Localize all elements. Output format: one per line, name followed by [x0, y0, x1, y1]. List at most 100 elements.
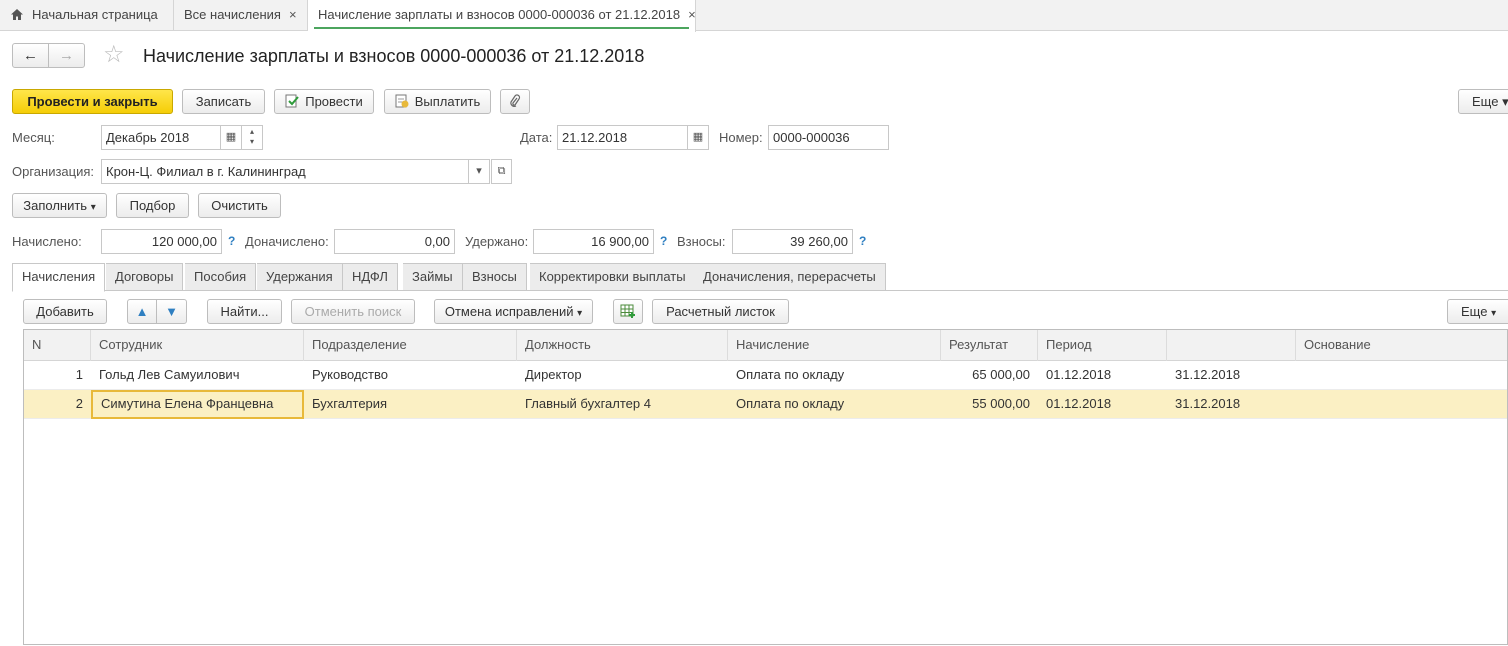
dropdown-icon: ▾: [90, 202, 96, 213]
pay-button[interactable]: Выплатить: [384, 89, 491, 114]
header-period[interactable]: Период: [1038, 330, 1167, 361]
more-button[interactable]: Еще ▾: [1458, 89, 1508, 114]
dropdown-icon: ▾: [1491, 308, 1497, 319]
cell-period-end[interactable]: 31.12.2018: [1167, 390, 1296, 419]
fill-button[interactable]: Заполнить ▾: [12, 193, 107, 218]
tab-contributions[interactable]: Взносы: [463, 263, 527, 291]
cell-employee[interactable]: Гольд Лев Самуилович: [91, 361, 304, 390]
table-row[interactable]: 1 Гольд Лев Самуилович Руководство Дирек…: [24, 361, 1507, 390]
cell-employee-focused[interactable]: Симутина Елена Францевна: [91, 390, 304, 419]
tab-recalculations[interactable]: Доначисления, перерасчеты: [694, 263, 886, 291]
help-icon[interactable]: ?: [660, 234, 667, 248]
dropdown-icon: ▾: [1502, 94, 1508, 109]
table-settings-button[interactable]: [613, 299, 643, 324]
header-basis[interactable]: Основание: [1296, 330, 1508, 361]
tab-document-label: Начисление зарплаты и взносов 0000-00003…: [318, 7, 681, 22]
month-field[interactable]: Декабрь 2018: [101, 125, 221, 150]
cell-period-start[interactable]: 01.12.2018: [1038, 390, 1167, 419]
cell-result[interactable]: 55 000,00: [941, 390, 1038, 419]
calendar-icon[interactable]: ▦: [221, 125, 242, 150]
cell-basis[interactable]: [1296, 361, 1508, 390]
accrued-field[interactable]: 120 000,00: [101, 229, 222, 254]
cell-department[interactable]: Бухгалтерия: [304, 390, 517, 419]
header-department[interactable]: Подразделение: [304, 330, 517, 361]
accruals-table[interactable]: N Сотрудник Подразделение Должность Начи…: [23, 329, 1508, 645]
cancel-search-button[interactable]: Отменить поиск: [291, 299, 415, 324]
tab-all-accruals[interactable]: Все начисления ×: [174, 0, 308, 31]
pay-label: Выплатить: [414, 94, 481, 109]
calendar-icon[interactable]: ▦: [688, 125, 709, 150]
header-accrual[interactable]: Начисление: [728, 330, 941, 361]
close-icon[interactable]: ×: [688, 0, 696, 30]
cell-result[interactable]: 65 000,00: [941, 361, 1038, 390]
open-icon[interactable]: ⧉: [491, 159, 512, 184]
header-result[interactable]: Результат: [941, 330, 1038, 361]
tab-contracts[interactable]: Договоры: [106, 263, 184, 291]
move-up-button[interactable]: ▲: [127, 299, 157, 324]
tab-home[interactable]: Начальная страница: [0, 0, 174, 31]
tab-loans[interactable]: Займы: [403, 263, 463, 291]
header-n[interactable]: N: [24, 330, 91, 361]
stepper-up-icon: ▴: [249, 127, 254, 136]
help-icon[interactable]: ?: [228, 234, 235, 248]
tab-all-label: Все начисления: [184, 7, 281, 22]
cell-accrual[interactable]: Оплата по окладу: [728, 361, 941, 390]
table-more-button[interactable]: Еще ▾: [1447, 299, 1508, 324]
header-period-end[interactable]: [1167, 330, 1296, 361]
cancel-corrections-label: Отмена исправлений: [444, 304, 574, 319]
stepper-down-icon: ▾: [249, 137, 254, 146]
save-button[interactable]: Записать: [182, 89, 265, 114]
tab-payment-corrections[interactable]: Корректировки выплаты: [530, 263, 696, 291]
cancel-corrections-button[interactable]: Отмена исправлений ▾: [434, 299, 593, 324]
cell-basis[interactable]: [1296, 390, 1508, 419]
table-row-selected[interactable]: 2 Симутина Елена Францевна Бухгалтерия Г…: [24, 390, 1507, 419]
date-label: Дата:: [520, 130, 553, 145]
table-header: N Сотрудник Подразделение Должность Начи…: [24, 330, 1507, 361]
attach-button[interactable]: [500, 89, 530, 114]
star-icon[interactable]: ☆: [103, 42, 125, 68]
number-field[interactable]: 0000-000036: [768, 125, 889, 150]
cell-n: 2: [75, 396, 83, 411]
organization-field[interactable]: Крон-Ц. Филиал в г. Калининград: [101, 159, 469, 184]
tab-deductions[interactable]: Удержания: [257, 263, 343, 291]
contributions-field[interactable]: 39 260,00: [732, 229, 853, 254]
tab-document[interactable]: Начисление зарплаты и взносов 0000-00003…: [308, 0, 696, 32]
dropdown-icon[interactable]: ▾: [469, 159, 490, 184]
additional-label: Доначислено:: [245, 234, 329, 249]
header-position[interactable]: Должность: [517, 330, 728, 361]
withheld-field[interactable]: 16 900,00: [533, 229, 654, 254]
cell-period-start[interactable]: 01.12.2018: [1038, 361, 1167, 390]
arrow-up-icon: ▲: [135, 304, 149, 319]
clear-button[interactable]: Очистить: [198, 193, 281, 218]
forward-button[interactable]: →: [48, 43, 85, 68]
table-add-icon: [620, 304, 635, 318]
back-button[interactable]: ←: [12, 43, 49, 68]
post-button[interactable]: Провести: [274, 89, 374, 114]
post-and-close-button[interactable]: Провести и закрыть: [12, 89, 173, 114]
add-button[interactable]: Добавить: [23, 299, 107, 324]
payslip-button[interactable]: Расчетный листок: [652, 299, 789, 324]
tab-benefits[interactable]: Пособия: [185, 263, 257, 291]
paperclip-icon: [510, 94, 521, 107]
post-icon: [285, 94, 299, 108]
cell-period-end[interactable]: 31.12.2018: [1167, 361, 1296, 390]
help-icon[interactable]: ?: [859, 234, 866, 248]
cell-position[interactable]: Главный бухгалтер 4: [517, 390, 728, 419]
close-icon[interactable]: ×: [289, 0, 297, 30]
arrow-down-icon: ▼: [165, 304, 178, 319]
select-button[interactable]: Подбор: [116, 193, 189, 218]
tab-accruals[interactable]: Начисления: [12, 263, 106, 292]
move-down-button[interactable]: ▼: [156, 299, 187, 324]
contributions-label: Взносы:: [677, 234, 726, 249]
header-employee[interactable]: Сотрудник: [91, 330, 304, 361]
additional-field[interactable]: 0,00: [334, 229, 455, 254]
cell-department[interactable]: Руководство: [304, 361, 517, 390]
date-field[interactable]: 21.12.2018: [557, 125, 688, 150]
month-stepper[interactable]: ▴ ▾: [242, 125, 263, 150]
accrued-label: Начислено:: [12, 234, 82, 249]
cell-accrual[interactable]: Оплата по окладу: [728, 390, 941, 419]
arrow-right-icon: →: [59, 47, 74, 64]
find-button[interactable]: Найти...: [207, 299, 282, 324]
tab-ndfl[interactable]: НДФЛ: [343, 263, 398, 291]
cell-position[interactable]: Директор: [517, 361, 728, 390]
